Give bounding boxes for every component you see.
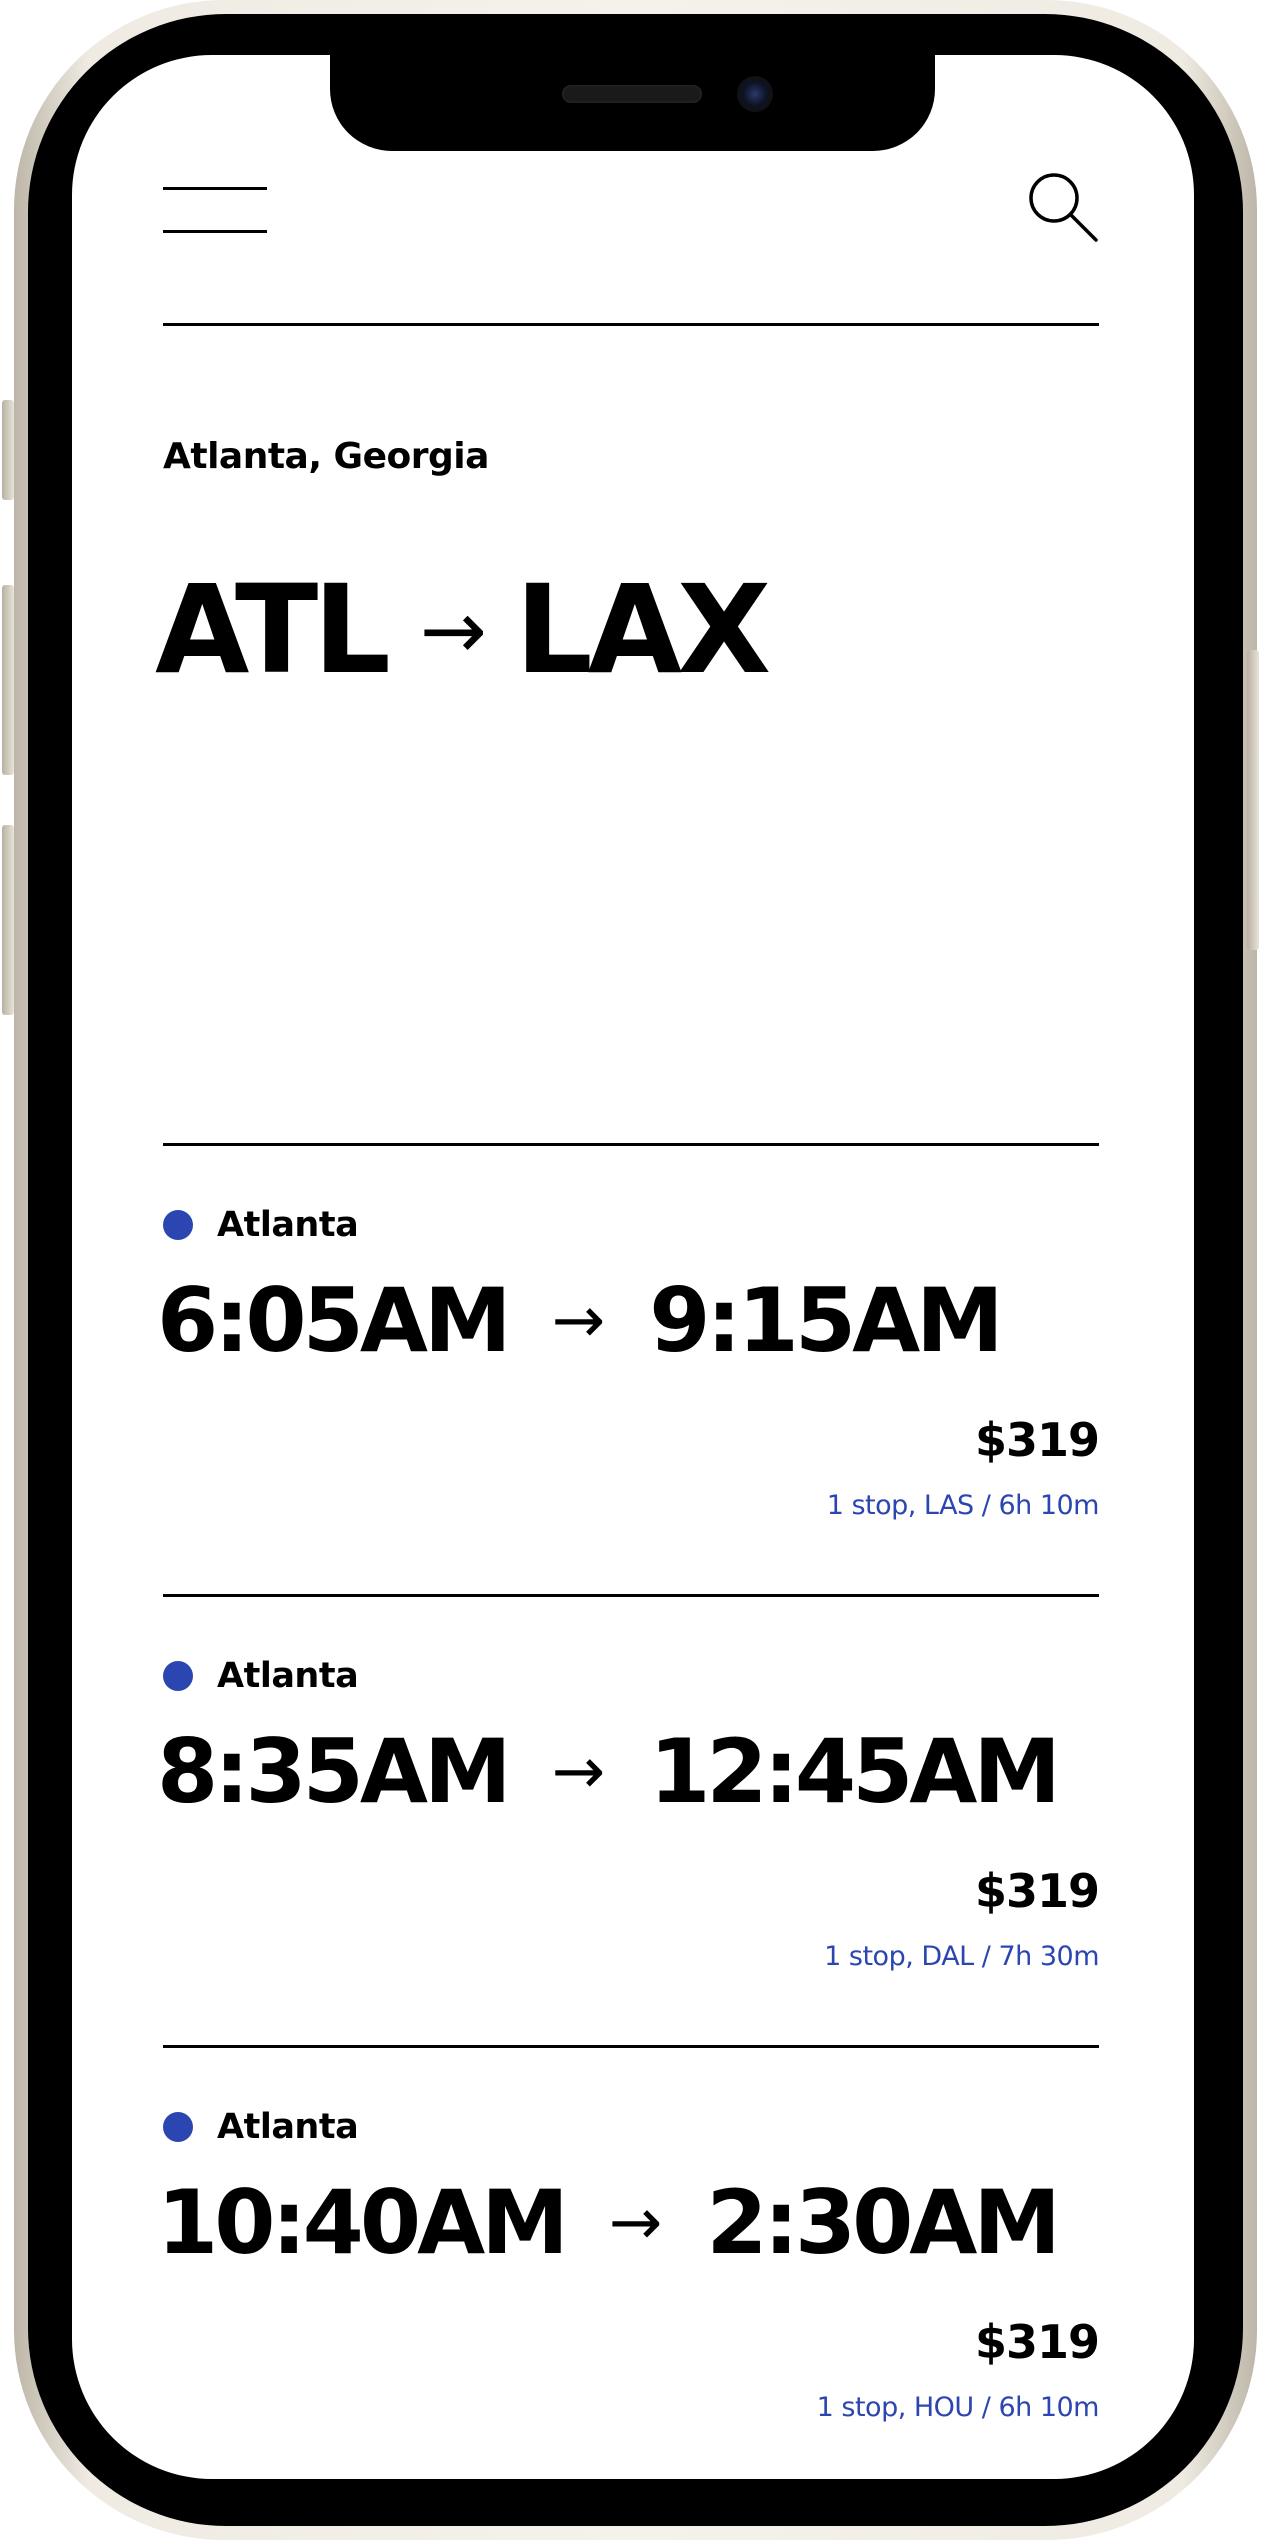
flight-price: $319 [974,1413,1100,1467]
arrival-time: 2:30AM [706,2171,1061,2274]
arrow-right-icon: → [551,1734,606,1809]
flight-details: 1 stop, LAS / 6h 10m [826,1490,1100,1521]
flight-price: $319 [974,1864,1100,1918]
flight-details: 1 stop, HOU / 6h 10m [816,2392,1100,2423]
flight-origin: Atlanta [163,2107,359,2147]
arrival-time: 9:15AM [649,1269,1004,1372]
destination-airport-code: LAX [514,559,771,701]
departure-time: 8:35AM [157,1720,512,1823]
arrow-right-icon: → [551,1283,606,1358]
flight-divider [163,1594,1099,1597]
app-content: Atlanta, Georgia ATL → LAX Atlanta 6:05A… [0,0,1261,2542]
flight-result-item[interactable]: Atlanta 6:05AM → 9:15AM $319 1 stop, LAS… [157,1205,1100,1605]
flight-times: 8:35AM → 12:45AM [157,1720,1061,1823]
status-dot-icon [163,2112,193,2142]
arrow-right-icon: → [608,2185,663,2260]
flight-details: 1 stop, DAL / 7h 30m [824,1941,1099,1972]
flight-times: 10:40AM → 2:30AM [157,2171,1061,2274]
origin-airport-code: ATL [155,559,391,701]
search-icon[interactable] [1024,168,1100,244]
flight-result-item[interactable]: Atlanta 10:40AM → 2:30AM $319 1 stop, HO… [157,2107,1100,2507]
header-divider [163,323,1099,326]
status-dot-icon [163,1210,193,1240]
departure-time: 6:05AM [157,1269,512,1372]
flight-origin-label: Atlanta [217,1205,359,1245]
departure-time: 10:40AM [157,2171,569,2274]
hamburger-menu-icon[interactable] [163,185,267,237]
flight-origin: Atlanta [163,1656,359,1696]
arrival-time: 12:45AM [649,1720,1061,1823]
route-arrow-icon: → [419,583,487,677]
flight-result-item[interactable]: Atlanta 8:35AM → 12:45AM $319 1 stop, DA… [157,1656,1100,2056]
flight-price: $319 [974,2315,1100,2369]
status-dot-icon [163,1661,193,1691]
flight-divider [163,2045,1099,2048]
flight-times: 6:05AM → 9:15AM [157,1269,1004,1372]
flight-origin-label: Atlanta [217,1656,359,1696]
flight-origin: Atlanta [163,1205,359,1245]
results-divider [163,1143,1099,1146]
route-title: ATL → LAX [155,559,771,701]
origin-city-label: Atlanta, Georgia [163,436,489,477]
flight-origin-label: Atlanta [217,2107,359,2147]
